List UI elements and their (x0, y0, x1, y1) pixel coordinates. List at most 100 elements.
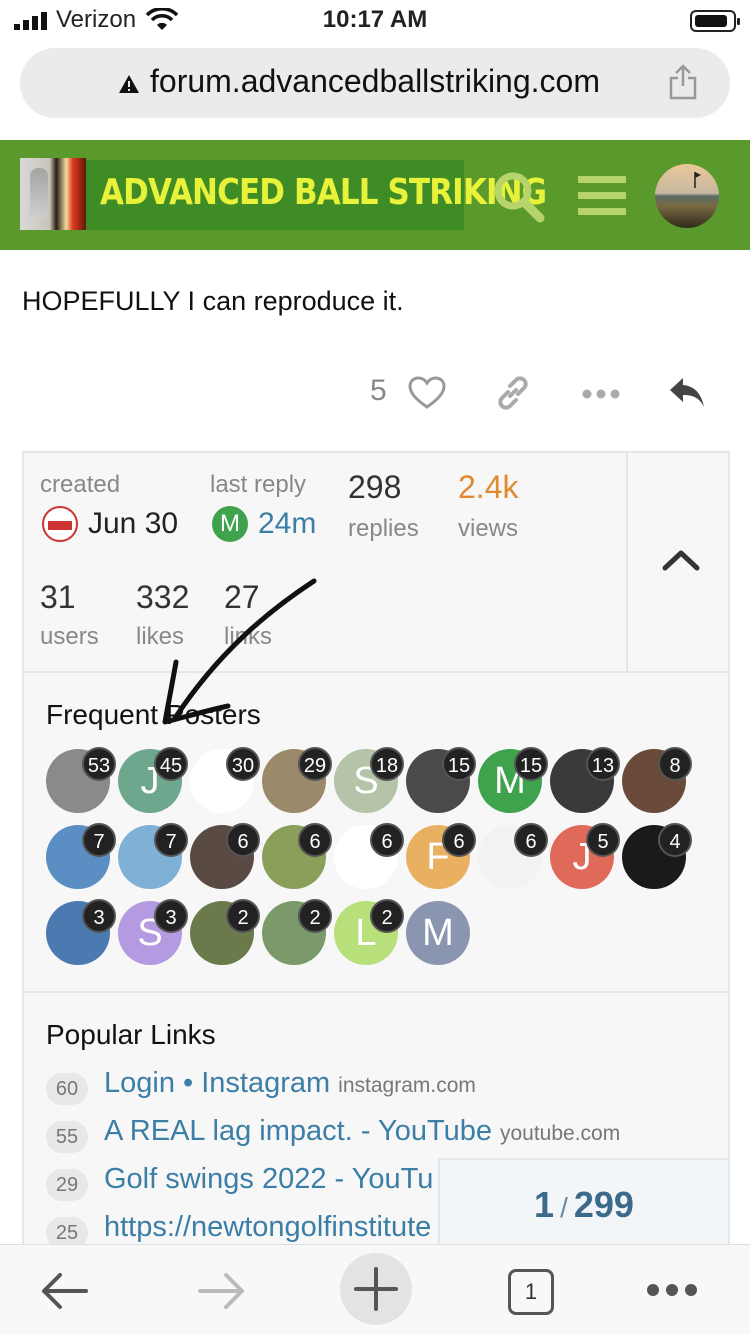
poster-avatar[interactable]: 4 (622, 823, 692, 889)
clock: 10:17 AM (322, 6, 428, 33)
poster-post-count: 30 (226, 747, 260, 781)
last-reply-label: last reply (210, 471, 307, 498)
topic-map: created Jun 30 last reply M 24m 298 repl… (22, 451, 730, 1251)
poster-avatar[interactable]: 30 (190, 747, 260, 813)
menu-dots-icon[interactable] (646, 1283, 698, 1297)
popular-link[interactable]: Golf swings 2022 - YouTu (104, 1163, 433, 1196)
popular-link-title: https://newtongolfinstitute (104, 1211, 432, 1243)
poster-avatar[interactable]: J 45 (118, 747, 188, 813)
topic-stats: created Jun 30 last reply M 24m 298 repl… (24, 453, 626, 673)
popular-link-title: A REAL lag impact. - YouTube (104, 1115, 492, 1147)
poster-avatar[interactable]: 6 (190, 823, 260, 889)
poster-post-count: 45 (154, 747, 188, 781)
poster-post-count: 6 (442, 823, 476, 857)
user-avatar[interactable] (655, 164, 719, 228)
post-actions: 5 (0, 360, 750, 426)
divider (24, 671, 730, 673)
poster-avatar[interactable]: F6 (406, 823, 476, 889)
poster-avatar[interactable]: 8 (622, 747, 692, 813)
poster-avatar-image: M (406, 901, 470, 965)
status-bar: Verizon 10:17 AM (0, 0, 750, 40)
poster-avatar[interactable]: S 18 (334, 747, 404, 813)
site-logo-text: ADVANCED BALL STRIKING (100, 172, 547, 213)
link-click-count: 60 (46, 1073, 88, 1105)
poster-post-count: 8 (658, 747, 692, 781)
poster-avatar[interactable]: 13 (550, 747, 620, 813)
progress-current: 1 (534, 1184, 555, 1225)
poster-post-count: 13 (586, 747, 620, 781)
popular-link[interactable]: https://newtongolfinstitute (104, 1211, 431, 1244)
popular-link[interactable]: Login • Instagram instagram.com (104, 1067, 476, 1100)
like-count[interactable]: 5 (370, 374, 387, 408)
users-count: 31 (40, 579, 76, 615)
forward-arrow-icon[interactable] (196, 1271, 246, 1311)
created-label: created (40, 471, 121, 498)
logo-image[interactable] (20, 158, 86, 230)
poster-post-count: 15 (442, 747, 476, 781)
heart-icon[interactable] (408, 376, 446, 410)
poster-post-count: 53 (82, 747, 116, 781)
poster-avatar[interactable]: M (406, 901, 470, 965)
poster-post-count: 6 (370, 823, 404, 857)
poster-avatar[interactable]: 53 (46, 747, 116, 813)
frequent-posters-title: Frequent Posters (46, 699, 261, 730)
hamburger-menu-icon[interactable] (578, 174, 626, 218)
creator-avatar[interactable] (42, 506, 78, 542)
poster-avatar[interactable]: 6 (478, 823, 548, 889)
last-reply-time[interactable]: 24m (258, 507, 316, 541)
poster-post-count: 3 (82, 899, 116, 933)
topic-progress[interactable]: 1/299 (438, 1158, 730, 1250)
created-date[interactable]: Jun 30 (88, 507, 178, 541)
poster-avatar[interactable]: 7 (118, 823, 188, 889)
poster-avatar[interactable]: 2 (190, 899, 260, 965)
poster-avatar[interactable]: S3 (118, 899, 188, 965)
poster-post-count: 5 (586, 823, 620, 857)
reply-icon[interactable] (668, 374, 706, 410)
poster-avatar[interactable]: 15 (406, 747, 476, 813)
poster-post-count: 29 (298, 747, 332, 781)
link-click-count: 55 (46, 1121, 88, 1153)
poster-post-count: 6 (514, 823, 548, 857)
progress-total: 299 (573, 1184, 634, 1225)
replies-count: 298 (348, 469, 402, 505)
views-label: views (458, 515, 519, 542)
poster-avatar[interactable]: L2 (334, 899, 404, 965)
browser-toolbar: 1 (0, 1244, 750, 1334)
poster-post-count: 7 (82, 823, 116, 857)
links-count: 27 (224, 579, 260, 615)
link-icon[interactable] (494, 374, 532, 412)
likes-label: likes (136, 623, 185, 650)
battery-icon (690, 10, 740, 32)
poster-post-count: 7 (154, 823, 188, 857)
poster-avatar[interactable]: M 15 (478, 747, 548, 813)
new-tab-button[interactable] (340, 1253, 412, 1325)
popular-link-title: Login • Instagram (104, 1067, 331, 1099)
poster-avatar[interactable]: 29 (262, 747, 332, 813)
post-body: HOPEFULLY I can reproduce it. (22, 286, 404, 316)
links-label: links (224, 623, 273, 650)
poster-avatar[interactable]: 3 (46, 899, 116, 965)
poster-avatar[interactable]: 6 (262, 823, 332, 889)
topic-map-toggle[interactable] (626, 453, 730, 673)
back-arrow-icon[interactable] (40, 1271, 90, 1311)
poster-avatar[interactable]: 2 (262, 899, 332, 965)
poster-post-count: 4 (658, 823, 692, 857)
site-logo[interactable]: ADVANCED BALL STRIKING (86, 160, 547, 230)
link-click-count: 29 (46, 1169, 88, 1201)
search-icon[interactable] (490, 168, 546, 224)
poster-post-count: 6 (298, 823, 332, 857)
plus-icon (354, 1267, 398, 1311)
poster-avatar[interactable]: 6 (334, 823, 404, 889)
flag-icon (694, 172, 701, 188)
address-bar[interactable]: forum.advancedballstriking.com (20, 48, 730, 118)
url-text[interactable]: forum.advancedballstriking.com (150, 63, 600, 100)
poster-avatar[interactable]: J5 (550, 823, 620, 889)
poster-avatar[interactable]: 7 (46, 823, 116, 889)
tab-switcher-button[interactable]: 1 (508, 1269, 554, 1315)
more-options-icon[interactable] (582, 388, 620, 400)
popular-link[interactable]: A REAL lag impact. - YouTube youtube.com (104, 1115, 620, 1148)
share-icon[interactable] (668, 64, 698, 100)
replies-label: replies (348, 515, 419, 542)
last-reply-avatar[interactable]: M (212, 506, 248, 542)
site-header: ADVANCED BALL STRIKING (0, 140, 750, 250)
